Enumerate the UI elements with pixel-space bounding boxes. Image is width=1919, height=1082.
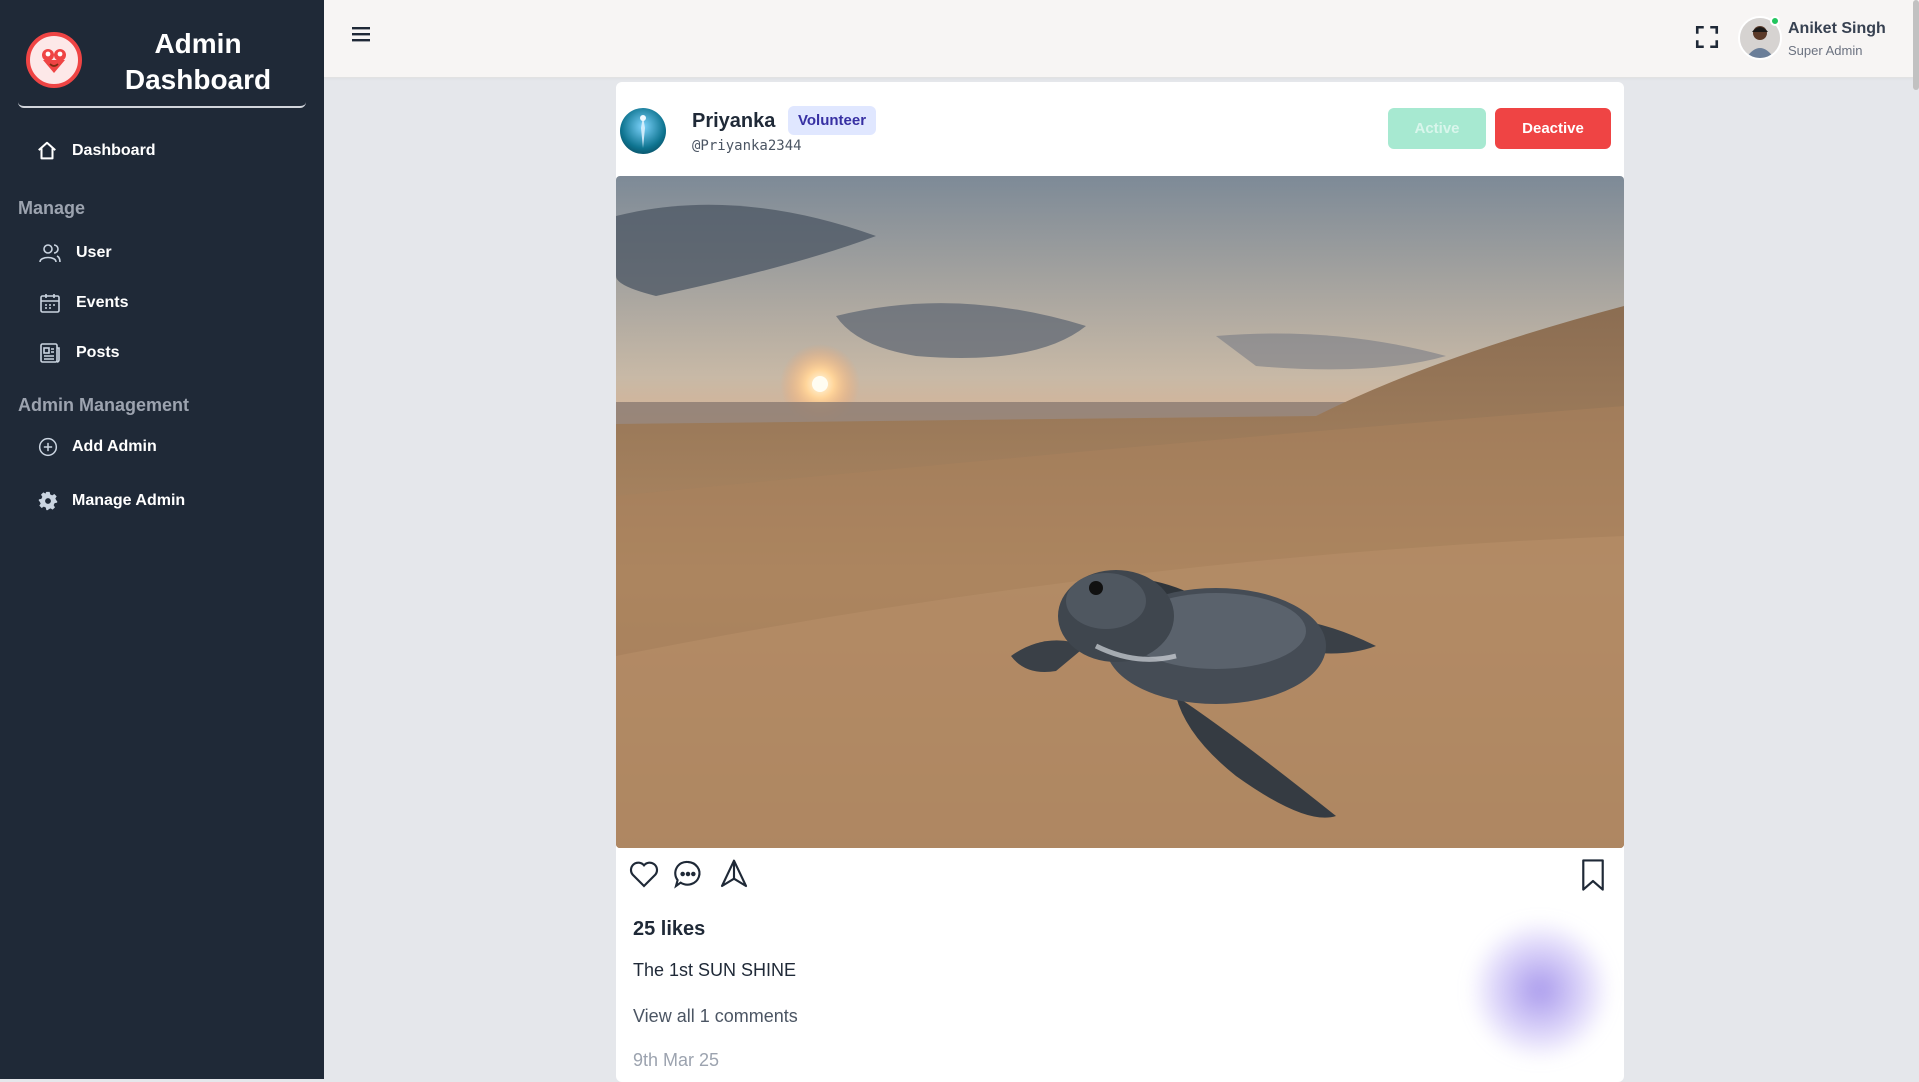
sidebar-item-add-admin[interactable]: Add Admin [38, 437, 157, 457]
sidebar-item-label: Dashboard [72, 142, 156, 159]
calendar-icon [40, 294, 60, 313]
sidebar-item-label: Manage Admin [72, 492, 186, 509]
sidebar-item-events[interactable]: Events [38, 291, 128, 315]
sidebar-item-label: Add Admin [72, 438, 157, 455]
online-status-dot [1770, 16, 1780, 26]
post-author-name[interactable]: Priyanka [692, 110, 775, 133]
likes-count: 25 likes [633, 918, 706, 940]
sidebar-item-label: Events [76, 294, 129, 311]
sidebar: Admin Dashboard Dashboard Manage User Ev… [0, 0, 324, 1079]
post-image [616, 176, 1624, 848]
post-date: 9th Mar 25 [633, 1050, 720, 1070]
user-name: Aniket Singh [1788, 20, 1886, 37]
decorative-glow [1470, 920, 1610, 1060]
brand: Admin Dashboard [18, 18, 306, 108]
bookmark-icon[interactable] [1578, 858, 1608, 897]
sidebar-item-label: Posts [76, 344, 120, 361]
section-title-manage: Manage [18, 198, 86, 218]
role-badge: Volunteer [788, 106, 877, 135]
brand-title: Admin Dashboard [124, 28, 272, 95]
gear-icon [38, 491, 58, 511]
deactive-button[interactable]: Deactive [1495, 108, 1611, 149]
sidebar-item-dashboard[interactable]: Dashboard [36, 140, 156, 162]
plus-circle-icon [38, 437, 58, 457]
home-icon [38, 141, 56, 160]
newspaper-icon [40, 343, 60, 363]
top-header: Aniket Singh Super Admin [324, 0, 1919, 78]
sidebar-item-manage-admin[interactable]: Manage Admin [38, 491, 185, 511]
sidebar-item-label: User [76, 244, 112, 261]
share-icon[interactable] [718, 858, 750, 895]
hamburger-menu-icon[interactable] [352, 26, 374, 50]
post-author-avatar[interactable] [620, 108, 666, 154]
section-title-admin-management: Admin Management [18, 395, 190, 415]
fullscreen-icon[interactable] [1694, 24, 1724, 54]
user-avatar[interactable] [1738, 16, 1782, 60]
users-icon [39, 244, 61, 263]
post-card: Priyanka Volunteer @Priyanka2344 Active … [616, 82, 1624, 1082]
sidebar-item-user[interactable]: User [38, 241, 112, 265]
scrollbar[interactable] [1913, 0, 1919, 90]
sidebar-item-posts[interactable]: Posts [38, 341, 120, 365]
active-button[interactable]: Active [1388, 108, 1486, 149]
user-role: Super Admin [1788, 43, 1863, 58]
post-author-handle: @Priyanka2344 [692, 138, 802, 154]
heart-icon[interactable] [628, 858, 660, 895]
view-comments-link[interactable]: View all 1 comments [633, 1006, 798, 1027]
comment-icon[interactable] [672, 858, 704, 895]
post-caption: The 1st SUN SHINE [633, 960, 797, 980]
brand-logo [26, 32, 82, 88]
